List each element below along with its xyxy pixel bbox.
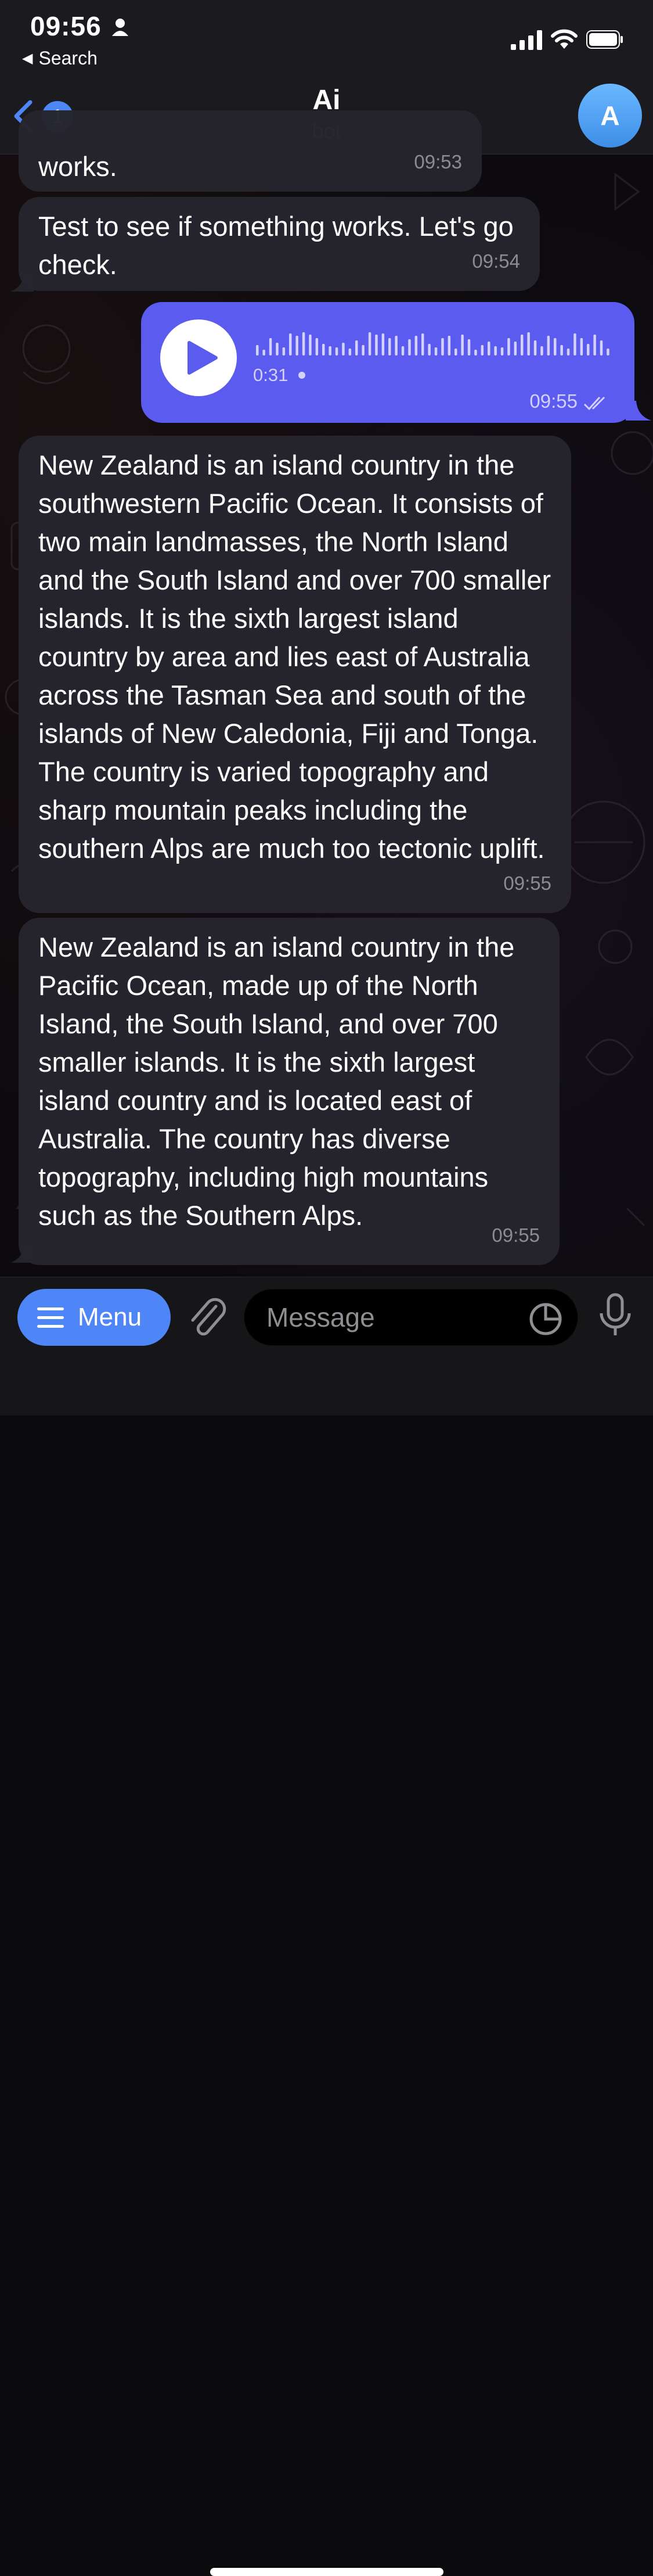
incoming-message[interactable]: New Zealand is an island country in the … [19, 918, 560, 1265]
bot-menu-button[interactable]: Menu [17, 1289, 171, 1346]
message-time: 09:55 [529, 390, 578, 412]
bubble-tail [10, 272, 34, 292]
microphone-icon[interactable] [598, 1292, 633, 1339]
battery-icon [586, 30, 623, 49]
message-time: 09:55 [503, 872, 551, 894]
message-time: 09:53 [414, 151, 462, 173]
message-placeholder: Message [266, 1302, 375, 1332]
back-triangle-icon: ◀ [22, 51, 33, 66]
back-to-search-link[interactable]: ◀ Search [22, 48, 98, 69]
home-indicator [210, 2568, 443, 2576]
voice-duration: 0:31 [253, 365, 306, 386]
menu-label: Menu [78, 1303, 142, 1331]
menu-lines-icon [37, 1307, 64, 1328]
message-text: Test to see if something works. Let's go… [38, 211, 514, 280]
message-text: New Zealand is an island country in the … [38, 932, 515, 1231]
play-icon [187, 341, 218, 375]
incoming-message[interactable]: New Zealand is an island country in the … [19, 436, 571, 913]
double-check-icon [583, 396, 605, 411]
status-time: 09:56 [30, 11, 102, 41]
sticker-icon[interactable] [529, 1302, 562, 1336]
bot-avatar[interactable]: A [578, 84, 642, 148]
person-icon [112, 19, 128, 36]
incoming-message[interactable]: works. 09:53 [19, 110, 482, 192]
bubble-tail [626, 401, 651, 421]
message-time: 09:55 [492, 1224, 540, 1246]
message-input-bar: Menu Message [0, 1277, 653, 2576]
message-text: New Zealand is an island country in the … [38, 450, 551, 864]
outgoing-voice-message[interactable]: 0:31 09:55 [141, 302, 634, 423]
play-button[interactable] [160, 319, 237, 396]
back-to-search-label: Search [38, 48, 98, 69]
incoming-message[interactable]: Test to see if something works. Let's go… [19, 197, 540, 291]
bubble-tail [10, 1243, 34, 1263]
message-time: 09:54 [472, 250, 520, 272]
message-text: works. [38, 151, 117, 182]
wifi-icon [551, 29, 578, 49]
cellular-signal-icon [511, 30, 542, 50]
message-input[interactable]: Message [244, 1289, 578, 1346]
voice-waveform[interactable] [256, 330, 616, 371]
unplayed-dot [298, 372, 306, 379]
paperclip-icon[interactable] [187, 1295, 228, 1341]
